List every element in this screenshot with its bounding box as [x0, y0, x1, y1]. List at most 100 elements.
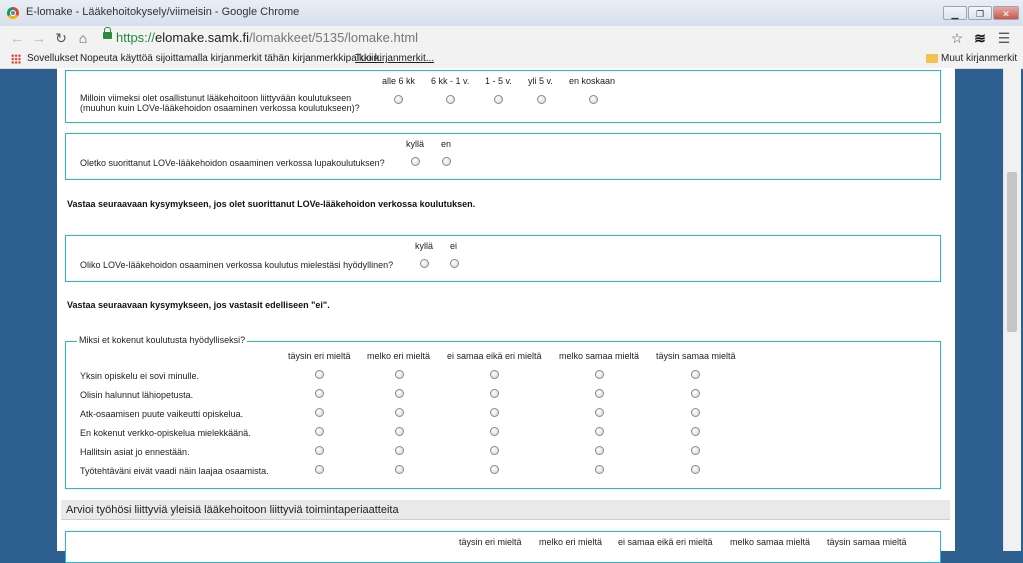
q4-row-label: Työtehtäväni eivät vaadi näin laajaa osa…: [80, 466, 269, 476]
window-titlebar: E-lomake - Lääkehoitokysely/viimeisin - …: [0, 0, 1023, 27]
q4-scale-label: melko eri mieltä: [367, 351, 431, 361]
folder-icon: [926, 54, 938, 63]
q1-radio-over-5-years[interactable]: [537, 95, 546, 104]
q4-row3-radio-2[interactable]: [395, 408, 404, 417]
q4-row2-radio-2[interactable]: [395, 389, 404, 398]
q4-row1-radio-4[interactable]: [595, 370, 604, 379]
q2-radio-yes[interactable]: [411, 157, 420, 166]
close-button[interactable]: ✕: [993, 6, 1019, 20]
section2-scale-label: täysin eri mieltä: [459, 537, 522, 547]
url-path: /lomakkeet/5135/lomake.html: [248, 30, 419, 45]
q1-option-label: 1 - 5 v.: [485, 76, 512, 86]
q4-row2-radio-5[interactable]: [691, 389, 700, 398]
q4-row5-radio-4[interactable]: [595, 446, 604, 455]
q4-row-label: En kokenut verkko-opiskelua mielekkäänä.: [80, 428, 251, 438]
address-bar[interactable]: https://elomake.samk.fi/lomakkeet/5135/l…: [116, 30, 418, 45]
q4-row4-radio-4[interactable]: [595, 427, 604, 436]
q4-row6-radio-3[interactable]: [490, 465, 499, 474]
section2-scale-label: täysin samaa mieltä: [827, 537, 907, 547]
q1-radio-6-12-months[interactable]: [446, 95, 455, 104]
question-box-principles: [65, 531, 941, 563]
q4-row2-radio-4[interactable]: [595, 389, 604, 398]
q4-row5-radio-1[interactable]: [315, 446, 324, 455]
q4-row-label: Atk-osaamisen puute vaikeutti opiskelua.: [80, 409, 244, 419]
lock-icon: [103, 27, 112, 39]
window-title: E-lomake - Lääkehoitokysely/viimeisin - …: [26, 6, 300, 18]
q4-row5-radio-2[interactable]: [395, 446, 404, 455]
q2-text: Oletko suorittanut LOVe-lääkehoidon osaa…: [80, 158, 385, 168]
q3-option-label: kyllä: [415, 241, 434, 251]
q1-option-label: yli 5 v.: [528, 76, 553, 86]
q2-option-label: en: [441, 139, 452, 149]
url-scheme: https://: [116, 30, 156, 45]
maximize-button[interactable]: ❐: [968, 6, 992, 20]
q4-row-label: Hallitsin asiat jo ennestään.: [80, 447, 190, 457]
instruction-text: Vastaa seuraavaan kysymykseen, jos vasta…: [67, 300, 330, 310]
q4-row1-radio-3[interactable]: [490, 370, 499, 379]
q1-radio-under-6-months[interactable]: [394, 95, 403, 104]
q4-scale-label: ei samaa eikä eri mieltä: [447, 351, 542, 361]
q4-row6-radio-1[interactable]: [315, 465, 324, 474]
q4-scale-label: täysin eri mieltä: [288, 351, 351, 361]
instruction-text: Vastaa seuraavaan kysymykseen, jos olet …: [67, 199, 476, 209]
import-bookmarks-link[interactable]: Tuo kirjanmerkit...: [355, 53, 434, 64]
q4-row4-radio-2[interactable]: [395, 427, 404, 436]
scroll-thumb[interactable]: [1007, 172, 1017, 332]
q1-text-line1: Milloin viimeksi olet osallistunut lääke…: [80, 93, 352, 103]
bookmark-apps[interactable]: Sovellukset: [27, 53, 78, 64]
q3-radio-no[interactable]: [450, 259, 459, 268]
q4-row2-radio-1[interactable]: [315, 389, 324, 398]
q4-row2-radio-3[interactable]: [490, 389, 499, 398]
reload-icon[interactable]: ↻: [52, 29, 70, 47]
q1-option-label: en koskaan: [569, 76, 616, 86]
q1-radio-never[interactable]: [589, 95, 598, 104]
question-box-completed-training: [65, 133, 941, 180]
q4-scale-label: täysin samaa mieltä: [656, 351, 736, 361]
browser-toolbar: ← → ↻ ⌂ https://elomake.samk.fi/lomakkee…: [0, 26, 1023, 51]
page-scrollbar[interactable]: [1003, 68, 1021, 551]
q4-row-label: Olisin halunnut lähiopetusta.: [80, 390, 194, 400]
q4-row6-radio-2[interactable]: [395, 465, 404, 474]
q1-text-line2: (muuhun kuin LOVe-lääkehoidon osaaminen …: [80, 103, 360, 113]
q4-row1-radio-2[interactable]: [395, 370, 404, 379]
q4-row6-radio-4[interactable]: [595, 465, 604, 474]
other-bookmarks[interactable]: Muut kirjanmerkit: [941, 53, 1017, 64]
q4-row3-radio-1[interactable]: [315, 408, 324, 417]
q4-row4-radio-1[interactable]: [315, 427, 324, 436]
section2-scale-label: ei samaa eikä eri mieltä: [618, 537, 713, 547]
bookmarks-bar: Sovellukset Nopeuta käyttöä sijoittamall…: [0, 50, 1023, 69]
q4-row1-radio-1[interactable]: [315, 370, 324, 379]
back-icon[interactable]: ←: [8, 29, 26, 47]
q2-option-label: kyllä: [406, 139, 425, 149]
section-header: Arvioi työhösi liittyviä yleisiä lääkeho…: [61, 500, 950, 520]
q3-radio-yes[interactable]: [420, 259, 429, 268]
section2-scale-label: melko samaa mieltä: [730, 537, 811, 547]
question-box-training-useful: [65, 235, 941, 282]
q4-row1-radio-5[interactable]: [691, 370, 700, 379]
apps-icon[interactable]: [11, 54, 21, 64]
q4-row4-radio-3[interactable]: [490, 427, 499, 436]
q1-radio-1-5-years[interactable]: [494, 95, 503, 104]
q4-row6-radio-5[interactable]: [691, 465, 700, 474]
q4-row4-radio-5[interactable]: [691, 427, 700, 436]
url-host: elomake.samk.fi: [155, 30, 249, 45]
bookmarks-hint: Nopeuta käyttöä sijoittamalla kirjanmerk…: [80, 53, 382, 64]
q3-option-label: ei: [450, 241, 458, 251]
q4-row3-radio-3[interactable]: [490, 408, 499, 417]
q4-row5-radio-5[interactable]: [691, 446, 700, 455]
q4-row3-radio-4[interactable]: [595, 408, 604, 417]
minimize-button[interactable]: ▁: [943, 6, 967, 20]
home-icon[interactable]: ⌂: [74, 29, 92, 47]
q2-radio-no[interactable]: [442, 157, 451, 166]
section2-scale-label: melko eri mieltä: [539, 537, 603, 547]
q1-option-label: alle 6 kk: [382, 76, 416, 86]
q4-row3-radio-5[interactable]: [691, 408, 700, 417]
star-icon[interactable]: ☆: [948, 29, 966, 47]
extension-icon[interactable]: ≋: [971, 29, 989, 47]
chrome-icon: [7, 7, 19, 19]
q4-row5-radio-3[interactable]: [490, 446, 499, 455]
q4-legend: Miksi et kokenut koulutusta hyödylliseks…: [77, 335, 248, 345]
menu-icon[interactable]: ☰: [995, 29, 1013, 47]
q3-text: Oliko LOVe-lääkehoidon osaaminen verkoss…: [80, 260, 394, 270]
forward-icon[interactable]: →: [30, 29, 48, 47]
